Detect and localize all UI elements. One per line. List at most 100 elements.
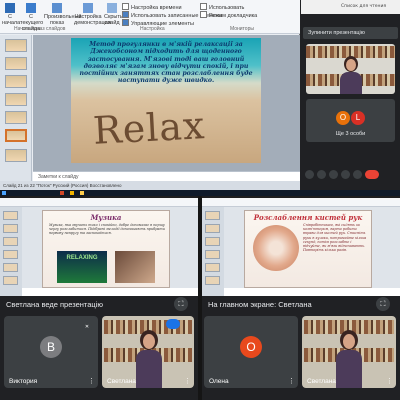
participant-photo (336, 330, 362, 388)
slide-thumbnail (3, 276, 18, 285)
avatar: О (240, 336, 262, 358)
slide-thumbnail (205, 276, 220, 285)
face (343, 334, 355, 349)
more-icon[interactable]: ⋮ (88, 377, 95, 385)
slide-notes (224, 288, 400, 296)
fullscreen-icon[interactable]: ⛶ (174, 297, 188, 311)
meet-controls (301, 146, 400, 190)
relaxing-logo-text: RELAXING (66, 255, 98, 261)
use-presenter-check[interactable]: Использовать (200, 3, 244, 11)
slide-thumbnail (3, 263, 18, 272)
more-icon[interactable]: ⋮ (184, 377, 191, 385)
slide-title: Розслаблення кистей рук (253, 213, 363, 222)
more-options-button[interactable] (353, 170, 362, 179)
captions-button[interactable] (329, 170, 338, 179)
slide-thumbnail[interactable] (5, 93, 27, 106)
slide-thumbnail (205, 224, 220, 233)
slide-body-text: Співробітникам, які сидять за комп'ютеро… (303, 223, 367, 253)
slideshow-current-icon (26, 3, 36, 13)
meet-side-panel: Список для чтения Зупинити презентацію О… (301, 0, 400, 190)
slide-thumbnail (205, 263, 220, 272)
slide-thumbnails (0, 207, 22, 296)
avatar-letter: В (46, 340, 55, 354)
participant-tile[interactable]: Светлана ⋮ (302, 316, 396, 388)
fullscreen-icon[interactable]: ⛶ (376, 297, 390, 311)
reading-list-label[interactable]: Список для чтения (341, 4, 386, 9)
participant-tile[interactable]: Светлана ⋮ (102, 316, 194, 388)
slide-thumbnail (205, 237, 220, 246)
slide-editor: Метод прогулянки в м'якій релаксації за … (33, 35, 300, 171)
status-bar: Слайд 21 из 22 "Поток" Русский (Россия) … (0, 181, 300, 190)
body (336, 350, 362, 388)
shared-screen: Розслаблення кистей рук Співробітникам, … (202, 198, 400, 296)
group-start-label: Начать показ слайдов (14, 26, 66, 32)
others-tile[interactable]: О L Ще 3 особи (306, 99, 395, 142)
current-slide[interactable]: Метод прогулянки в м'якій релаксації за … (71, 38, 261, 163)
rehearse-timings-check[interactable]: Настройка времени (122, 3, 182, 11)
more-icon[interactable]: ⋮ (386, 377, 393, 385)
slide-body-text: Метод прогулянки в м'якій релаксації за … (79, 41, 253, 85)
chrome-taskbar-icon[interactable] (70, 191, 74, 195)
setup-icon (83, 3, 93, 13)
stop-presenting-button[interactable]: Зупинити презентацію (303, 27, 398, 39)
screen: С начала С текущего слайда Произвольный … (0, 0, 400, 400)
participant-tile[interactable]: О Олена ⋮ (204, 316, 298, 388)
slide-thumbnail (205, 211, 220, 220)
mic-off-icon: ✕ (82, 322, 92, 332)
ppt-ribbon (202, 198, 400, 207)
participant-name: Светлана (307, 378, 336, 385)
slide-notes[interactable]: Заметки к слайду (33, 171, 300, 181)
camera-button[interactable] (317, 170, 326, 179)
slide-thumbnail[interactable] (5, 149, 27, 162)
ppt-ribbon (0, 198, 198, 207)
setup-show-button[interactable]: Настройка демонстрации (74, 3, 111, 26)
self-camera-tile (306, 44, 395, 94)
avatar-letter: L (355, 113, 361, 122)
participant-name: Олена (209, 378, 229, 385)
mic-button[interactable] (305, 170, 314, 179)
slideshow-icon (5, 3, 15, 13)
custom-show-icon (52, 3, 62, 13)
slide-notes (22, 288, 198, 296)
more-icon[interactable]: ⋮ (288, 377, 295, 385)
slide-thumbnail[interactable] (5, 39, 27, 52)
explorer-taskbar-icon[interactable] (80, 191, 84, 195)
top-screenshot: С начала С текущего слайда Произвольный … (0, 0, 400, 196)
body (340, 72, 362, 94)
slide-thumbnail (205, 250, 220, 259)
slide-thumbnail[interactable] (5, 75, 27, 88)
slide-thumbnail (3, 224, 18, 233)
slide-title: Музика (90, 213, 122, 222)
avatar: L (351, 111, 365, 125)
hide-slide-button[interactable]: Скрыть слайд (104, 3, 123, 26)
slide-thumbnail[interactable] (5, 57, 27, 70)
avatar-letter: О (339, 113, 347, 122)
avatar: О (336, 111, 350, 125)
avatar: В (40, 336, 62, 358)
browser-topbar: Список для чтения (301, 0, 400, 14)
present-button[interactable] (341, 170, 350, 179)
slide-thumbnail-active[interactable] (5, 129, 27, 142)
relaxing-image: RELAXING (57, 251, 107, 283)
participant-photo (340, 56, 362, 94)
hands-image (253, 225, 299, 271)
from-start-button[interactable]: С начала (2, 3, 21, 26)
speaking-indicator-icon (166, 319, 180, 329)
presenter-view-check[interactable]: Режим докладчика (200, 11, 257, 19)
slide-hands: Розслаблення кистей рук Співробітникам, … (244, 210, 372, 288)
powerpoint-taskbar-icon[interactable] (60, 191, 64, 195)
avatar-letter: О (246, 340, 256, 354)
from-start-label: С начала (2, 14, 21, 26)
meet-screenshot-right: Розслаблення кистей рук Співробітникам, … (202, 198, 400, 400)
group-monitors-label: Мониторы (230, 26, 254, 32)
custom-show-button[interactable]: Произвольный показ (44, 3, 82, 26)
relax-sand-word: Relax (91, 103, 207, 153)
slide-thumbnail[interactable] (5, 111, 27, 124)
others-count-label: Ще 3 особи (335, 131, 366, 137)
headphones-photo (115, 251, 155, 283)
meet-screenshot-left: Музика Музика, яка звучить тихо і спокій… (0, 198, 198, 400)
slideshow-ribbon: С начала С текущего слайда Произвольный … (0, 0, 300, 34)
leave-call-button[interactable] (365, 170, 379, 179)
hide-slide-label: Скрыть слайд (104, 14, 123, 26)
windows-start-icon[interactable] (2, 191, 6, 195)
